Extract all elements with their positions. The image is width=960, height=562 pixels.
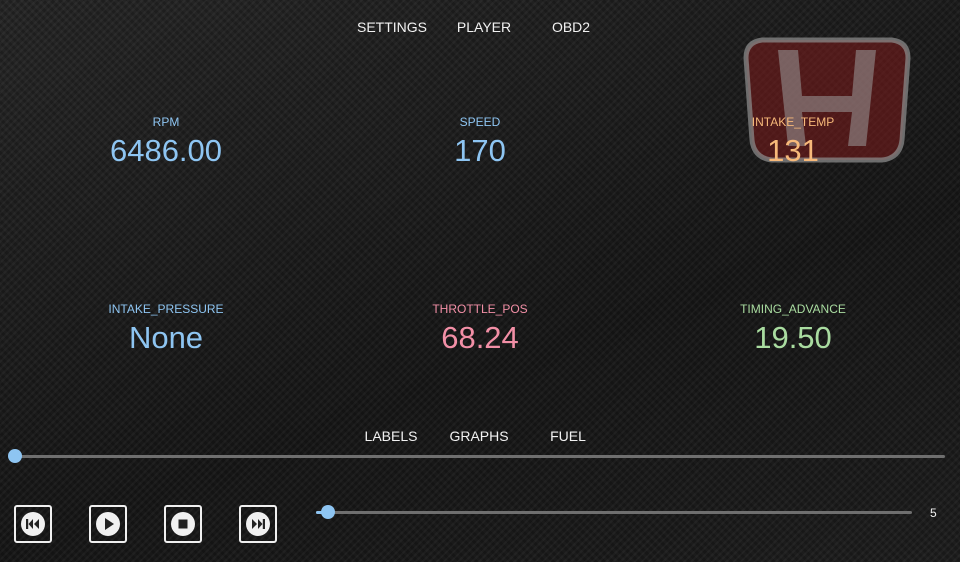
gauge-rpm: RPM 6486.00 bbox=[110, 115, 222, 169]
next-button[interactable] bbox=[239, 505, 277, 543]
menu-labels[interactable]: LABELS bbox=[365, 428, 418, 444]
volume-slider[interactable] bbox=[316, 505, 912, 519]
volume-thumb[interactable] bbox=[320, 505, 335, 519]
previous-button[interactable] bbox=[14, 505, 52, 543]
stop-icon bbox=[171, 512, 195, 536]
gauge-label: RPM bbox=[152, 115, 180, 129]
gauge-label: INTAKE_TEMP bbox=[751, 115, 835, 129]
gauge-intake-pressure: INTAKE_PRESSURE None bbox=[108, 302, 223, 356]
gauge-speed: SPEED 170 bbox=[454, 115, 506, 169]
gauge-value: 131 bbox=[767, 133, 819, 168]
stop-button[interactable] bbox=[164, 505, 202, 543]
gauge-label: THROTTLE_POS bbox=[432, 302, 528, 316]
menu-settings[interactable]: SETTINGS bbox=[357, 19, 427, 35]
gauge-value: 6486.00 bbox=[109, 133, 223, 168]
skip-next-icon bbox=[246, 512, 270, 536]
gauge-value: 19.50 bbox=[754, 320, 832, 355]
menu-obd2[interactable]: OBD2 bbox=[552, 19, 590, 35]
gauge-timing-advance: TIMING_ADVANCE 19.50 bbox=[740, 302, 846, 356]
skip-previous-icon bbox=[21, 512, 45, 536]
menu-fuel[interactable]: FUEL bbox=[550, 428, 586, 444]
gauge-label: SPEED bbox=[459, 115, 501, 129]
gauge-throttle-pos: THROTTLE_POS 68.24 bbox=[432, 302, 527, 356]
play-button[interactable] bbox=[89, 505, 127, 543]
gauge-label: INTAKE_PRESSURE bbox=[108, 302, 224, 316]
progress-thumb[interactable] bbox=[8, 449, 22, 463]
gauge-label: TIMING_ADVANCE bbox=[740, 302, 846, 316]
gauge-value: 68.24 bbox=[441, 320, 519, 355]
menu-graphs[interactable]: GRAPHS bbox=[449, 428, 508, 444]
gauge-value: 170 bbox=[454, 133, 506, 168]
play-icon bbox=[96, 512, 120, 536]
gauge-value: None bbox=[128, 320, 204, 355]
gauge-intake-temp: INTAKE_TEMP 131 bbox=[752, 115, 834, 169]
menu-player[interactable]: PLAYER bbox=[457, 19, 511, 35]
volume-value: 5 bbox=[930, 506, 937, 520]
progress-slider[interactable] bbox=[8, 449, 945, 463]
